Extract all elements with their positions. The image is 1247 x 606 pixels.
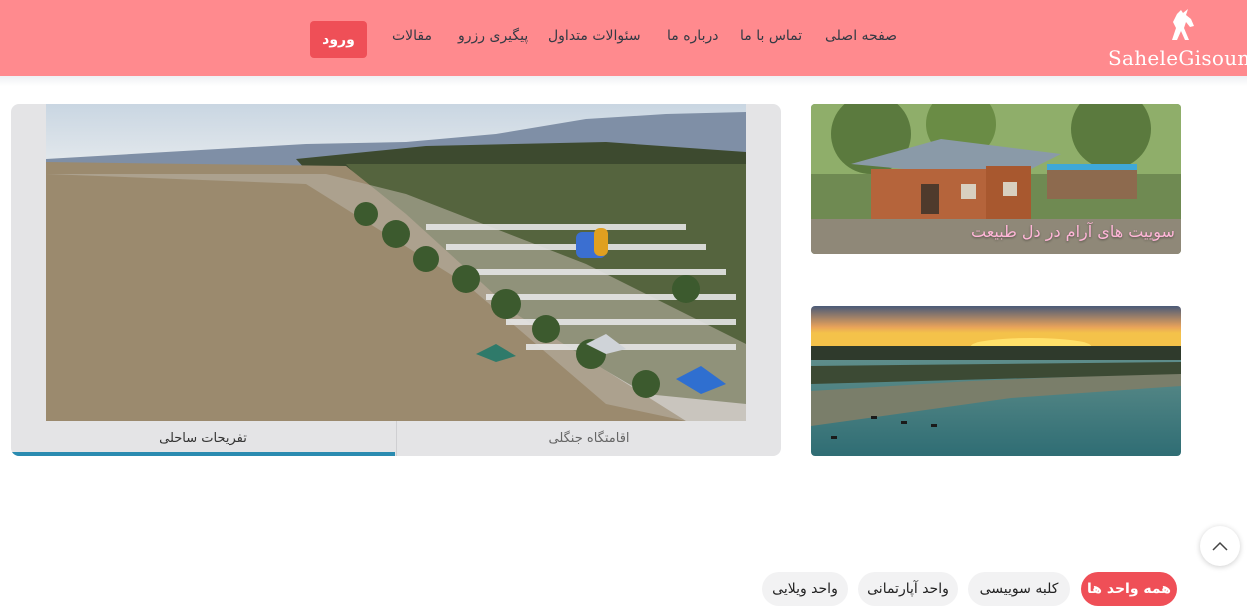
tab-progress-bar [11,452,395,456]
banner-caption: سوییت های آرام در دل طبیعت [971,222,1175,241]
tab-beach-recreation[interactable]: تفریحات ساحلی [11,421,395,456]
beach-photo[interactable] [46,104,746,421]
main-slider: تفریحات ساحلی اقامتگاه جنگلی [11,104,781,456]
filter-all-units[interactable]: همه واحد ها [1081,572,1177,606]
banner-sunset-lagoon[interactable] [811,306,1181,456]
header-divider [0,76,1247,86]
filter-apartment-unit[interactable]: واحد آپارتمانی [858,572,958,606]
nav-faq[interactable]: سئوالات متداول [548,28,641,50]
nav-articles[interactable]: مقالات [392,28,432,50]
logo-text: SaheleGisoum [1108,46,1247,70]
nav-contact[interactable]: تماس با ما [740,28,802,50]
filter-swiss-cabin[interactable]: کلبه سوییسی [968,572,1070,606]
login-button[interactable]: ورود [310,21,367,58]
nav-about[interactable]: درباره ما [667,28,718,50]
site-header: SaheleGisoum صفحه اصلی تماس با ما درباره… [0,0,1247,76]
banner-cabin[interactable]: سوییت های آرام در دل طبیعت [811,104,1181,254]
nav-home[interactable]: صفحه اصلی [825,28,897,50]
filter-villa-unit[interactable]: واحد ویلایی [762,572,848,606]
horse-icon [1172,9,1194,40]
chevron-up-icon [1212,541,1228,551]
tab-forest-lodge[interactable]: اقامتگاه جنگلی [396,421,781,456]
nav-reservation-tracking[interactable]: پیگیری رزرو [458,28,528,50]
site-logo[interactable]: SaheleGisoum [1108,4,1247,74]
scroll-to-top-button[interactable] [1200,526,1240,566]
